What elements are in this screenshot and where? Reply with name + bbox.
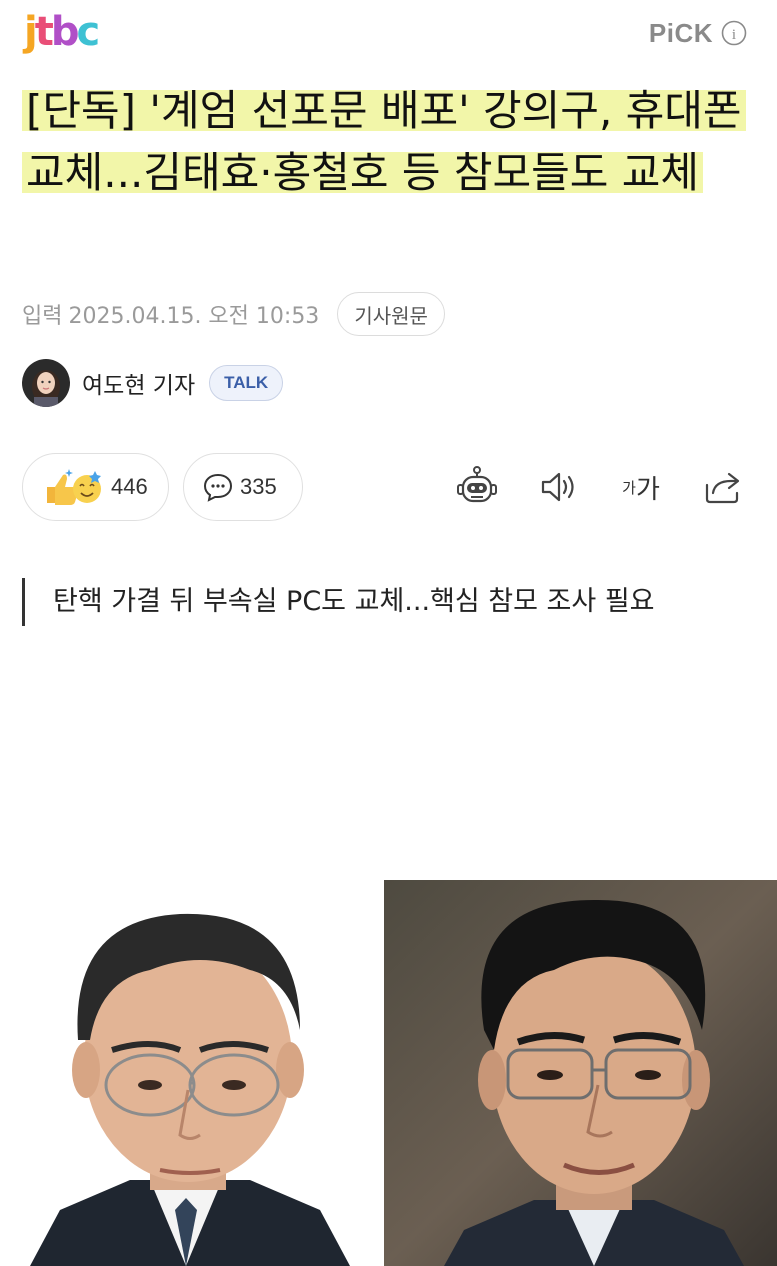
listen-button[interactable] <box>535 463 583 511</box>
share-button[interactable] <box>699 463 747 511</box>
logo-letter-t: t <box>34 9 54 55</box>
dateline: 입력 2025.04.15. 오전 10:53 기사원문 <box>22 292 445 336</box>
author-row: 여도현 기자 TALK <box>22 358 284 408</box>
info-icon-glyph: i <box>732 27 736 43</box>
comment-button[interactable]: 335 <box>183 453 303 521</box>
font-size-large-glyph: 가 <box>635 474 660 505</box>
logo-letter-j: j <box>24 9 38 55</box>
like-reaction-button[interactable]: 446 <box>22 453 169 521</box>
like-count: 446 <box>111 474 148 499</box>
speaker-icon <box>539 469 579 505</box>
logo-letter-b: b <box>50 9 80 55</box>
top-bar: jtbc PiCK i <box>0 0 777 70</box>
article-tools: 가가 <box>419 462 747 512</box>
comment-bubble-icon <box>202 472 234 502</box>
jtbc-logo[interactable]: jtbc <box>24 10 104 54</box>
original-article-button[interactable]: 기사원문 <box>337 292 445 336</box>
ai-summary-button[interactable] <box>453 463 501 511</box>
thumbs-up-smile-icon <box>41 465 105 509</box>
talk-button[interactable]: TALK <box>209 365 284 401</box>
photo-person-left <box>0 880 372 1266</box>
pick-label: PiCK <box>648 17 713 48</box>
publish-date: 2025.04.15. 오전 10:53 <box>68 304 320 329</box>
share-icon <box>703 469 743 505</box>
font-size-small-glyph: 가 <box>622 478 636 497</box>
date-prefix: 입력 <box>22 304 63 329</box>
reactions-bar: 446 335 <box>22 452 303 522</box>
info-icon[interactable]: i <box>721 20 747 46</box>
avatar[interactable] <box>22 359 70 407</box>
article-headline: [단독] '계엄 선포문 배포' 강의구, 휴대폰 교체...김태효·홍철호 등… <box>22 80 752 204</box>
comment-count: 335 <box>240 474 277 499</box>
font-size-button[interactable]: 가가 <box>617 463 665 511</box>
author-name[interactable]: 여도현 기자 <box>82 366 195 400</box>
photo-person-right <box>384 880 777 1266</box>
article-subheading: 탄핵 가결 뒤 부속실 PC도 교체...핵심 참모 조사 필요 <box>22 578 742 626</box>
logo-letter-c: c <box>76 9 100 55</box>
headline-text: [단독] '계엄 선포문 배포' 강의구, 휴대폰 교체...김태효·홍철호 등… <box>22 86 746 197</box>
ai-robot-icon <box>455 465 499 509</box>
pick-badge[interactable]: PiCK i <box>649 16 747 50</box>
